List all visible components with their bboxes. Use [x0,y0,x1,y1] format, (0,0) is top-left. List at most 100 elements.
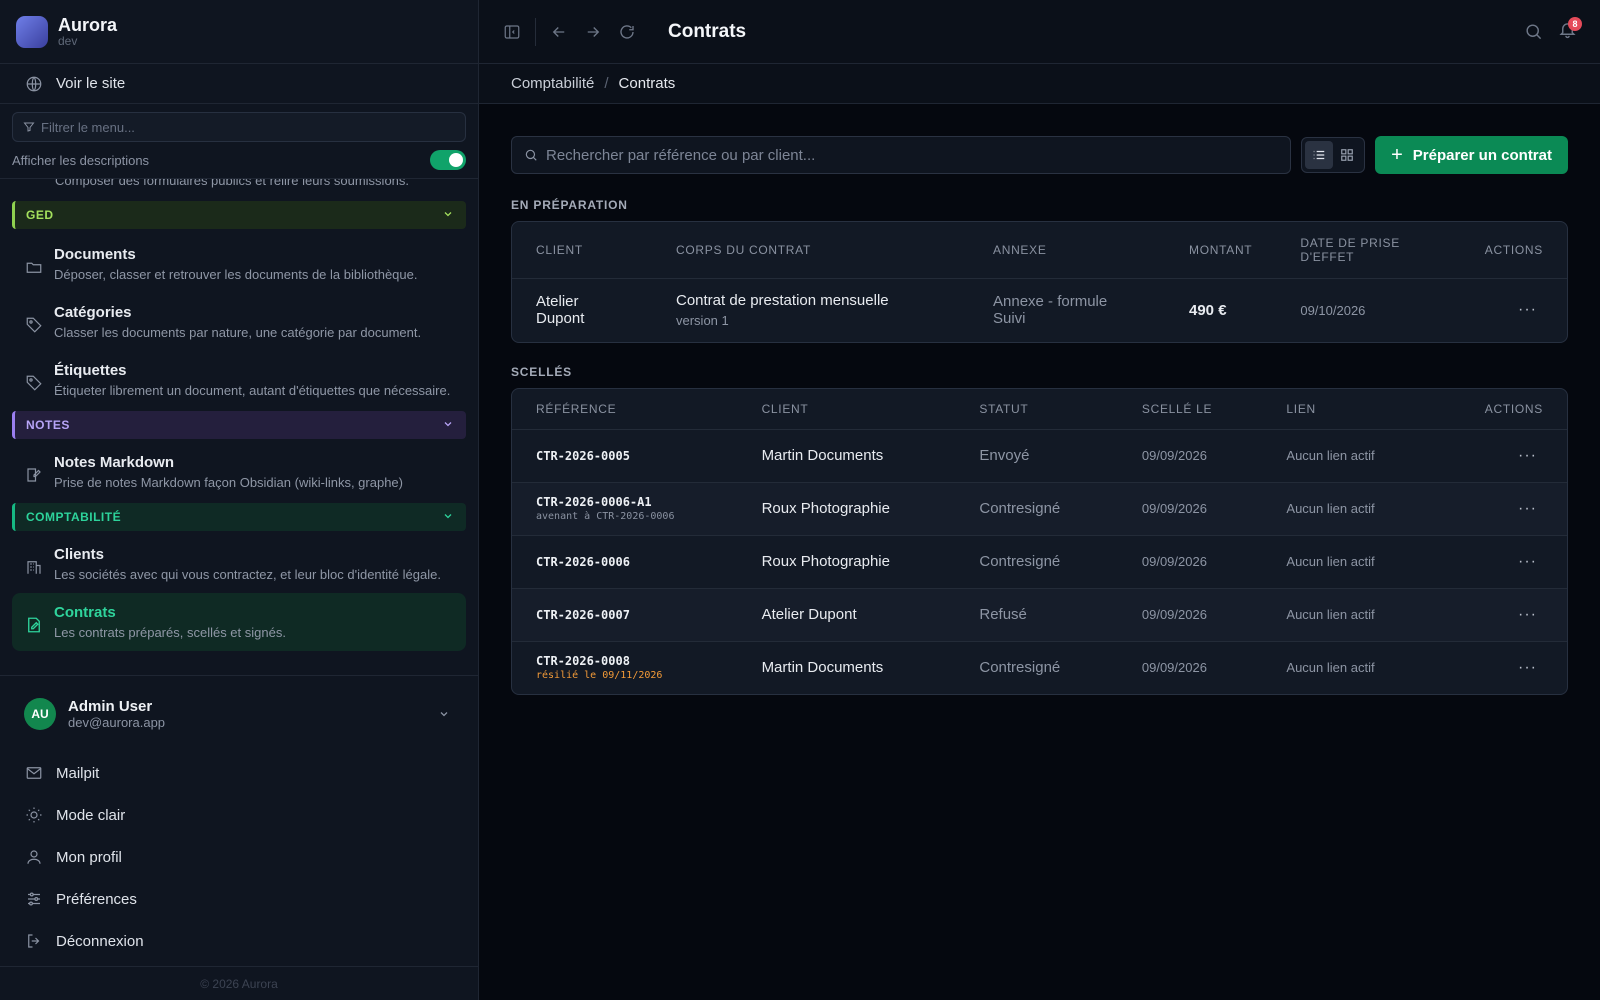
table-row[interactable]: CTR-2026-0008 résilié le 09/11/2026 Marti… [512,641,1567,694]
menu-filter[interactable] [12,112,466,142]
sidebar-item-etiquettes[interactable]: Étiquettes Étiqueter librement un documen… [12,351,466,409]
status-cell: Contresigné [955,535,1118,589]
sliders-icon [24,889,44,909]
clients-desc: Les sociétés avec qui vous contractez, e… [54,567,441,582]
logout-icon [24,931,44,951]
link-cell: Aucun lien actif [1262,482,1461,536]
logout-label: Déconnexion [56,932,144,950]
sidebar-toggle-icon[interactable] [495,15,529,49]
sidebar: Aurora dev Voir le site Afficher les des… [0,0,479,1000]
status-cell: Envoyé [955,429,1118,483]
more-horizontal-icon: ··· [1518,658,1537,676]
notification-badge: 8 [1568,16,1582,31]
table-row[interactable]: CTR-2026-0005 Martin Documents Envoyé 09… [512,429,1567,483]
brand-env: dev [58,34,78,48]
documents-title: Documents [54,246,136,263]
row-actions-button[interactable]: ··· [1461,641,1567,694]
amount-cell: 490 € [1189,301,1227,319]
search-icon[interactable] [1516,15,1550,49]
table-row[interactable]: CTR-2026-0006-A1 avenant à CTR-2026-0006 … [512,482,1567,536]
notifications-button[interactable]: 8 [1550,15,1584,49]
tags-icon [24,315,44,335]
brand-name: Aurora [58,15,118,35]
mailpit-link[interactable]: Mailpit [0,752,478,794]
globe-icon [24,74,44,94]
reference-cell: CTR-2026-0006 [512,535,738,589]
breadcrumb-parent[interactable]: Comptabilité [511,75,594,92]
col-client: CLIENT [737,389,956,430]
prepare-contract-button[interactable]: + Préparer un contrat [1375,136,1568,174]
client-cell: Roux Photographie [737,535,956,589]
reference-sub: avenant à CTR-2026-0006 [536,511,675,522]
annex-line2: Suivi [993,310,1026,328]
prepare-contract-label: Préparer un contrat [1412,146,1552,164]
folder-icon [24,257,44,277]
page-title: Contrats [668,20,747,42]
col-effective-date-line2: D'EFFET [1300,249,1355,264]
view-switch [1301,137,1366,173]
profile-link[interactable]: Mon profil [0,836,478,878]
effective-date-cell: 09/10/2026 [1300,302,1366,318]
logout-link[interactable]: Déconnexion [0,920,478,962]
back-arrow-icon[interactable] [542,15,576,49]
annex-line1: Annexe - formule [993,293,1108,311]
breadcrumb-current: Contrats [618,75,676,92]
menu-filter-input[interactable] [41,119,421,135]
col-body: CORPS DU CONTRAT [652,222,969,279]
notes-markdown-title: Notes Markdown [54,454,175,471]
table-row[interactable]: CTR-2026-0007 Atelier Dupont Refusé 09/0… [512,588,1567,642]
sidebar-item-contrats[interactable]: Contrats Les contrats préparés, scellés e… [12,593,466,651]
refresh-icon[interactable] [610,15,644,49]
descriptions-toggle[interactable] [430,150,466,170]
table-row[interactable]: CTR-2026-0006 Roux Photographie Contresi… [512,535,1567,589]
forward-arrow-icon[interactable] [576,15,610,49]
col-effective-date: DATE DE PRISE D'EFFET [1276,222,1457,279]
more-horizontal-icon: ··· [1518,552,1537,570]
sidebar-item-documents[interactable]: Documents Déposer, classer et retrouver l… [12,235,466,293]
brand[interactable]: Aurora dev [0,0,478,64]
light-mode-toggle[interactable]: Mode clair [0,794,478,836]
contract-search-input[interactable] [546,146,1279,164]
row-actions-button[interactable]: ··· [1460,482,1567,536]
table-row[interactable]: Atelier Dupont Contrat de prestation mens… [512,278,1567,342]
sealed-date-cell: 09/09/2026 [1117,429,1263,483]
preferences-link[interactable]: Préférences [0,878,478,920]
body-version: version 1 [676,313,729,329]
filter-icon [23,121,35,133]
reference: CTR-2026-0006 [536,554,630,569]
row-actions-button[interactable]: ··· [1460,588,1567,642]
row-actions-button[interactable]: ··· [1460,535,1567,589]
contract-search[interactable] [511,136,1292,174]
main: Contrats 8 Comptabilité / Contrats Reche… [479,0,1600,1000]
contract-edit-icon [24,615,44,635]
notes-markdown-desc: Prise de notes Markdown façon Obsidian (… [54,475,403,490]
sidebar-item-categories[interactable]: Catégories Classer les documents par natu… [12,293,466,351]
status-cell: Contresigné [955,482,1118,536]
link-cell: Aucun lien actif [1262,588,1461,642]
plus-icon: + [1391,143,1403,166]
annex-cell: Annexe - formule Suivi [969,278,1165,342]
preparation-section-label: EN PRÉPARATION [511,198,628,212]
etiquettes-title: Étiquettes [54,362,127,379]
user-menu[interactable]: AU Admin User dev@aurora.app [0,676,478,752]
list-view-icon[interactable] [1305,141,1334,169]
user-icon [24,847,44,867]
view-site-link[interactable]: Voir le site [0,64,478,104]
sealed-date-cell: 09/09/2026 [1117,535,1263,589]
section-ged[interactable]: GED [12,201,466,229]
row-actions-button[interactable]: ··· [1460,429,1567,483]
col-actions: ACTIONS [1456,222,1567,279]
user-name: Admin User [68,698,153,715]
sidebar-item-clients[interactable]: Clients Les sociétés avec qui vous contra… [12,535,466,593]
sidebar-item-notes-markdown[interactable]: Notes Markdown Prise de notes Markdown fa… [12,443,466,501]
section-comptabilite[interactable]: COMPTABILITÉ [12,503,466,531]
status-cell: Contresigné [979,659,1061,677]
row-actions-button[interactable]: ··· [1456,278,1567,342]
grid-view-icon[interactable] [1333,141,1361,169]
section-notes[interactable]: NOTES [12,411,466,439]
section-notes-label: NOTES [26,418,70,432]
client-cell: Roux Photographie [737,482,956,536]
menu-scroll-area[interactable]: Composer des formulaires publics et reli… [0,178,478,675]
search-icon [524,148,538,162]
col-link: LIEN [1262,389,1461,430]
